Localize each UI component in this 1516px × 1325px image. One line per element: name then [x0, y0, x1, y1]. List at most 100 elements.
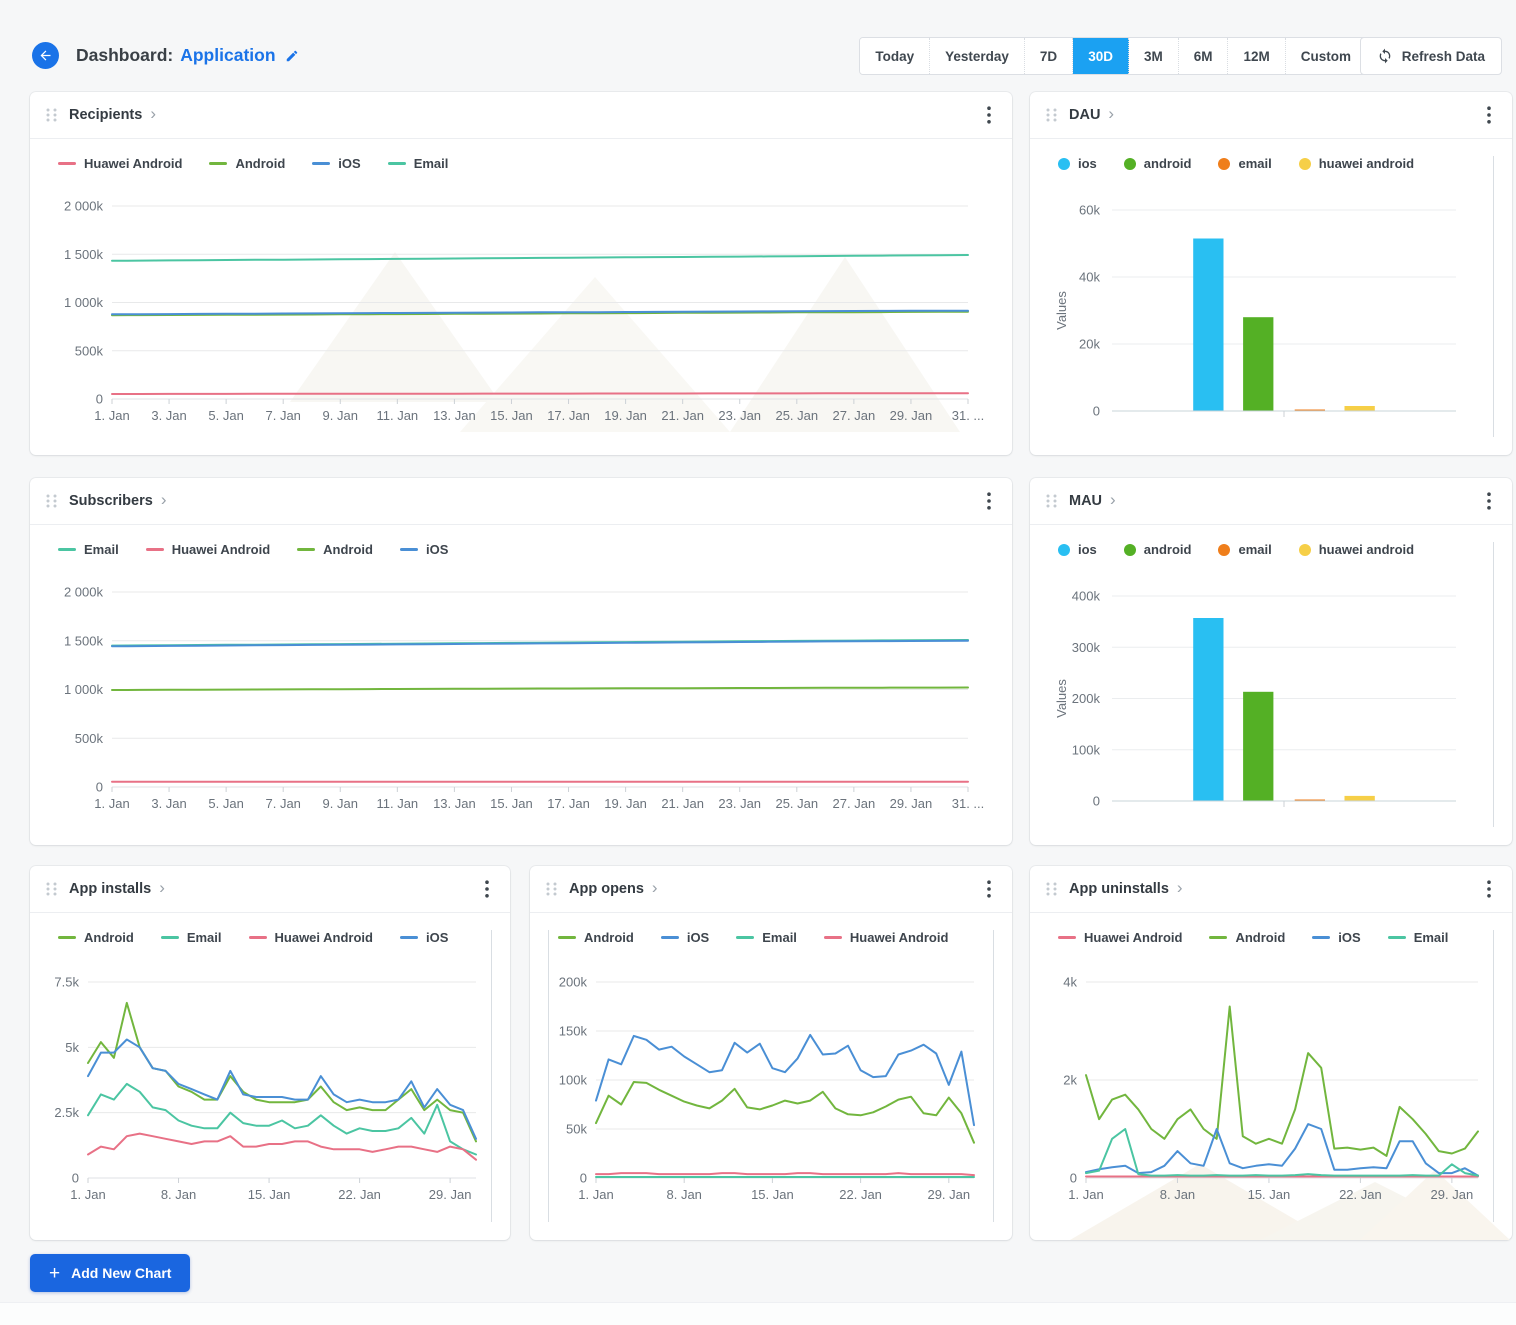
legend-item-huawei-android[interactable]: Huawei Android [249, 930, 373, 945]
legend-item-huawei-android[interactable]: Huawei Android [1058, 930, 1182, 945]
legend-item-email[interactable]: Email [58, 542, 119, 557]
card-menu-button[interactable] [1481, 103, 1497, 127]
legend-item-android[interactable]: Android [1209, 930, 1285, 945]
legend-label: Email [187, 930, 222, 945]
range-button-yesterday[interactable]: Yesterday [930, 38, 1025, 74]
legend-item-ios[interactable]: iOS [400, 930, 448, 945]
drag-handle[interactable] [45, 106, 58, 124]
card-header: DAU › [1030, 92, 1512, 139]
range-button-12m[interactable]: 12M [1228, 38, 1285, 74]
legend-swatch [1312, 936, 1330, 939]
drag-handle-icon [1045, 106, 1058, 124]
legend-item-android[interactable]: Android [297, 542, 373, 557]
refresh-label: Refresh Data [1402, 49, 1485, 64]
drag-handle[interactable] [1045, 880, 1058, 898]
card-title-link[interactable]: App installs [69, 881, 151, 897]
edit-dashboard-icon[interactable] [285, 49, 299, 63]
card-title-link[interactable]: Subscribers [69, 493, 153, 509]
legend-item-android[interactable]: Android [58, 930, 134, 945]
legend-item-huawei-android[interactable]: huawei android [1299, 542, 1414, 557]
legend-swatch [1209, 936, 1227, 939]
legend-item-android[interactable]: Android [209, 156, 285, 171]
legend-item-ios[interactable]: ios [1058, 156, 1097, 171]
refresh-data-button[interactable]: Refresh Data [1360, 37, 1502, 75]
drag-handle[interactable] [545, 880, 558, 898]
legend-item-huawei-android[interactable]: Huawei Android [824, 930, 948, 945]
card-menu-button[interactable] [981, 103, 997, 127]
svg-text:Values: Values [1054, 679, 1069, 718]
card-title-link[interactable]: App opens [569, 881, 644, 897]
legend-item-huawei-android[interactable]: Huawei Android [146, 542, 270, 557]
kebab-menu-icon [1487, 880, 1491, 898]
svg-text:27. Jan: 27. Jan [833, 408, 876, 423]
legend-item-email[interactable]: Email [1388, 930, 1449, 945]
page-bottom-strip [0, 1302, 1516, 1325]
range-button-7d[interactable]: 7D [1025, 38, 1073, 74]
page-title-prefix: Dashboard: [76, 45, 173, 66]
svg-text:17. Jan: 17. Jan [547, 408, 590, 423]
card-title-link[interactable]: App uninstalls [1069, 881, 1169, 897]
legend-item-email[interactable]: Email [388, 156, 449, 171]
svg-text:25. Jan: 25. Jan [775, 408, 818, 423]
chart-edge-line [1493, 542, 1494, 827]
legend-item-email[interactable]: Email [161, 930, 222, 945]
back-button[interactable] [32, 42, 59, 69]
legend-item-ios[interactable]: iOS [1312, 930, 1360, 945]
card-menu-button[interactable] [981, 489, 997, 513]
drag-handle[interactable] [45, 880, 58, 898]
card-menu-button[interactable] [1481, 489, 1497, 513]
legend-swatch [1124, 544, 1136, 556]
range-button-custom[interactable]: Custom [1286, 38, 1366, 74]
svg-text:29. Jan: 29. Jan [1431, 1187, 1474, 1202]
card-title-link[interactable]: Recipients [69, 107, 142, 123]
chevron-right-icon: › [1108, 105, 1114, 122]
drag-handle[interactable] [1045, 492, 1058, 510]
legend-label: Android [1235, 930, 1285, 945]
legend-item-ios[interactable]: ios [1058, 542, 1097, 557]
svg-text:1. Jan: 1. Jan [578, 1187, 613, 1202]
recipients-chart: 0500k1 000k1 500k2 000k1. Jan3. Jan5. Ja… [44, 188, 998, 447]
card-title-link[interactable]: DAU [1069, 107, 1100, 123]
svg-text:200k: 200k [559, 975, 588, 990]
card-menu-button[interactable] [479, 877, 495, 901]
dashboard-name-link[interactable]: Application [180, 45, 275, 66]
legend-item-email[interactable]: Email [736, 930, 797, 945]
legend-swatch [209, 162, 227, 165]
card-menu-button[interactable] [1481, 877, 1497, 901]
svg-text:0: 0 [1093, 404, 1100, 419]
range-button-3m[interactable]: 3M [1129, 38, 1179, 74]
legend-label: Huawei Android [850, 930, 948, 945]
svg-text:1 500k: 1 500k [64, 247, 104, 262]
svg-text:8. Jan: 8. Jan [1160, 1187, 1195, 1202]
card-menu-button[interactable] [981, 877, 997, 901]
legend-item-android[interactable]: android [1124, 542, 1192, 557]
subscribers-chart: 0500k1 000k1 500k2 000k1. Jan3. Jan5. Ja… [44, 574, 998, 837]
chart-edge-line [1493, 930, 1494, 1222]
svg-text:7. Jan: 7. Jan [265, 796, 300, 811]
legend-swatch [1218, 544, 1230, 556]
legend-swatch [249, 936, 267, 939]
legend-item-ios[interactable]: iOS [400, 542, 448, 557]
legend-item-ios[interactable]: iOS [661, 930, 709, 945]
legend-swatch [146, 548, 164, 551]
card-title-link[interactable]: MAU [1069, 493, 1102, 509]
svg-text:22. Jan: 22. Jan [1339, 1187, 1382, 1202]
add-new-chart-button[interactable]: + Add New Chart [30, 1254, 190, 1292]
range-button-today[interactable]: Today [860, 38, 930, 74]
svg-text:7.5k: 7.5k [54, 975, 79, 990]
range-button-30d[interactable]: 30D [1073, 38, 1129, 74]
drag-handle[interactable] [1045, 106, 1058, 124]
legend-item-email[interactable]: email [1218, 156, 1271, 171]
legend-swatch [58, 162, 76, 165]
legend-label: Email [414, 156, 449, 171]
legend-item-android[interactable]: Android [558, 930, 634, 945]
legend-item-ios[interactable]: iOS [312, 156, 360, 171]
range-button-6m[interactable]: 6M [1179, 38, 1229, 74]
legend-item-android[interactable]: android [1124, 156, 1192, 171]
legend-item-huawei-android[interactable]: huawei android [1299, 156, 1414, 171]
legend-item-email[interactable]: email [1218, 542, 1271, 557]
drag-handle[interactable] [45, 492, 58, 510]
legend-item-huawei-android[interactable]: Huawei Android [58, 156, 182, 171]
chart-legend: Huawei Android Android iOS Email [1058, 930, 1448, 945]
svg-text:100k: 100k [1072, 742, 1101, 757]
